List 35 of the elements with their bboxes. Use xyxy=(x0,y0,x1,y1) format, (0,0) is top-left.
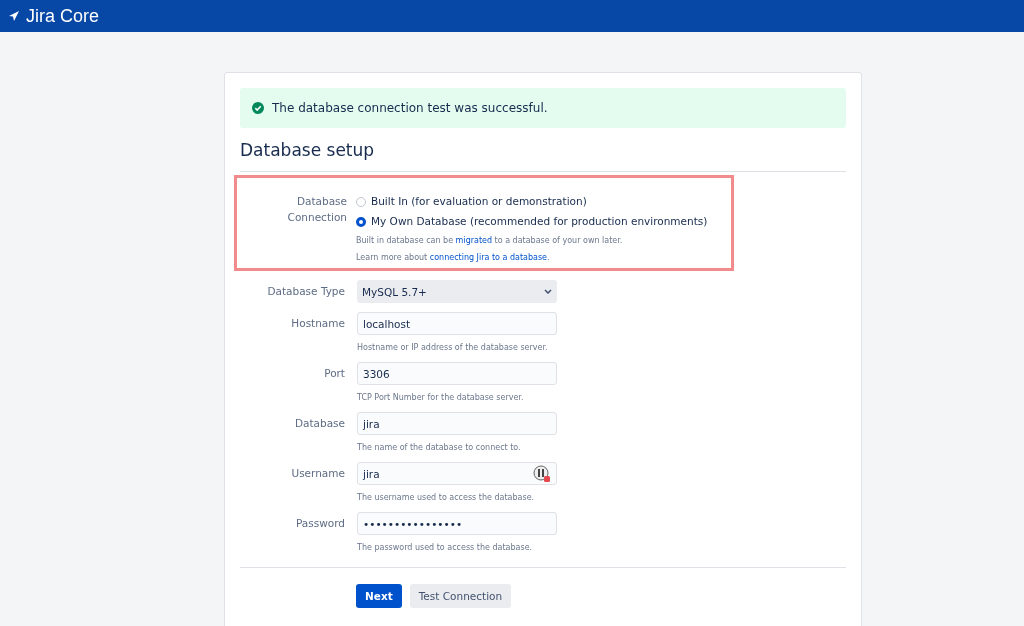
field-label: Database Type xyxy=(266,284,345,299)
field-label: Database xyxy=(293,416,345,431)
help-text: The name of the database to connect to. xyxy=(357,443,522,453)
banner-message: The database connection test was successful. xyxy=(272,101,548,115)
password-manager-icon[interactable] xyxy=(533,464,551,483)
field-label: Connection xyxy=(286,210,347,225)
input-field[interactable]: •••••••••••••••• xyxy=(357,512,557,535)
logo-icon xyxy=(8,10,20,22)
check-icon xyxy=(252,102,264,114)
radio-label[interactable]: Built In (for evaluation or demonstration) xyxy=(371,193,587,210)
help-text: Built in database can be migrated to a database of your own later. xyxy=(356,235,624,247)
input-field[interactable]: localhost xyxy=(357,312,557,335)
help-text: Learn more about connecting Jira to a database. xyxy=(356,252,551,264)
radio-button[interactable] xyxy=(356,196,366,207)
field-label: Password xyxy=(294,516,345,531)
page-heading: Database setup xyxy=(240,140,846,172)
input-field[interactable]: 3306 xyxy=(357,362,557,385)
field-label: Database xyxy=(295,194,347,209)
product-name[interactable]: Jira Core xyxy=(26,5,100,27)
help-text: TCP Port Number for the database server. xyxy=(357,393,525,403)
help-text: The username used to access the database. xyxy=(357,493,536,503)
radio-label[interactable]: My Own Database (recommended for production environments) xyxy=(371,213,708,230)
help-link[interactable]: migrated xyxy=(455,236,493,245)
input-field[interactable]: jira xyxy=(357,412,557,435)
next-button[interactable]: Next xyxy=(356,584,402,608)
test-connection-button[interactable]: Test Connection xyxy=(409,584,512,608)
help-text: Hostname or IP address of the database server. xyxy=(357,343,549,353)
field-label: Hostname xyxy=(290,316,345,331)
input-field[interactable]: jira xyxy=(357,462,557,485)
help-text: The password used to access the database. xyxy=(357,543,534,553)
field-label: Port xyxy=(323,366,345,381)
select-field[interactable]: MySQL 5.7+ xyxy=(357,280,557,303)
chevron-down-icon xyxy=(544,289,552,294)
radio-button[interactable] xyxy=(356,216,366,227)
field-label: Username xyxy=(290,466,345,481)
